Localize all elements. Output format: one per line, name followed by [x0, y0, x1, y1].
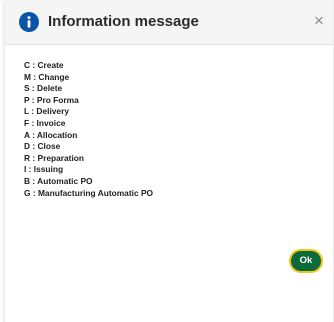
info-icon — [19, 12, 39, 32]
code-list: C : Create M : Change S : Delete P : Pro Fo… — [24, 60, 153, 199]
code-item: P : Pro Forma — [24, 94, 79, 105]
code-item: G : Manufacturing Automatic PO — [24, 187, 154, 198]
dialog-header: Information message × — [5, 0, 333, 45]
code-item: C : Create — [24, 60, 64, 70]
code-item: L : Delivery — [24, 106, 69, 117]
dialog-title: Information message — [48, 13, 199, 30]
code-item: R : Preparation — [24, 152, 85, 163]
close-icon[interactable]: × — [309, 11, 329, 31]
ok-button[interactable]: Ok — [289, 249, 323, 273]
code-item: I : Issuing — [24, 164, 64, 175]
code-item: F : Invoice — [24, 117, 66, 128]
code-item: B : Automatic PO — [24, 175, 93, 186]
code-item: S : Delete — [24, 83, 63, 94]
code-item: M : Change — [24, 71, 70, 82]
information-dialog: Information message × C : Create M : Chan… — [4, 0, 334, 322]
code-item: A : Allocation — [24, 129, 78, 140]
code-item: D : Close — [24, 141, 61, 152]
